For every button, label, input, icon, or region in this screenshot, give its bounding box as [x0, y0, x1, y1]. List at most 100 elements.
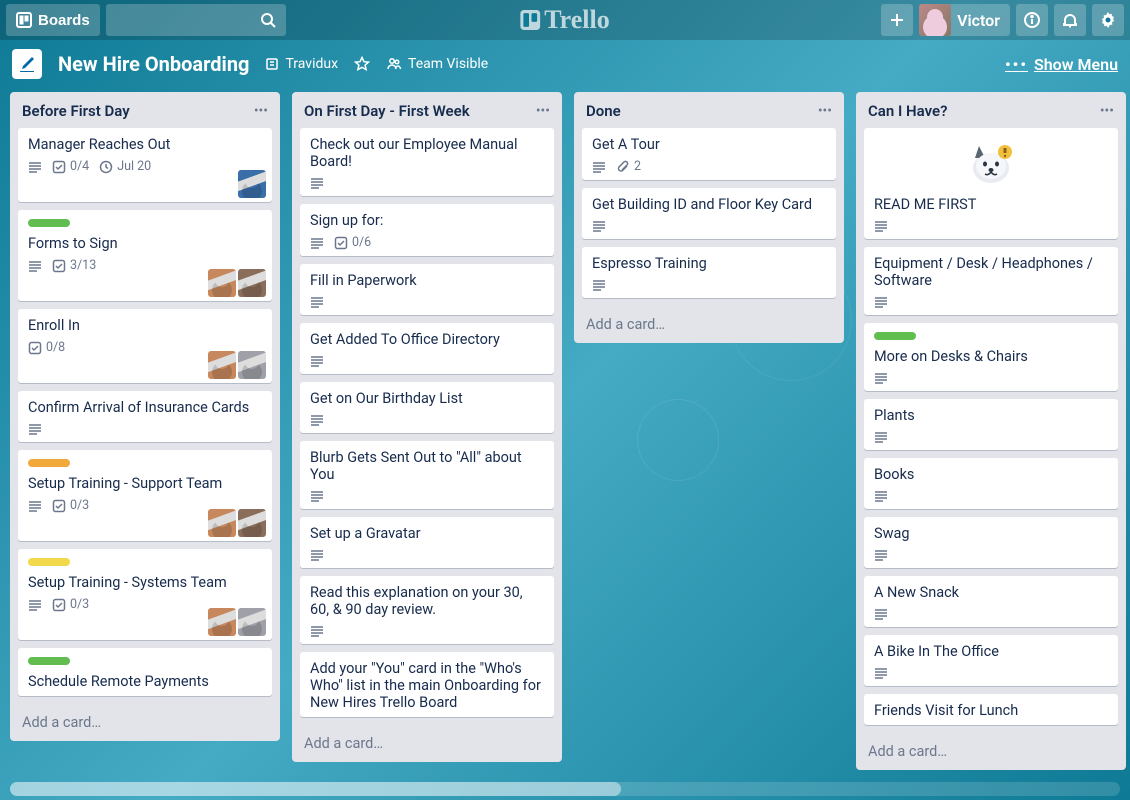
card-members — [238, 170, 266, 198]
board-canvas[interactable]: Before First Day ••• Manager Reaches Out 0… — [0, 88, 1130, 800]
card[interactable]: Get Added To Office Directory — [300, 323, 554, 374]
create-button[interactable] — [881, 4, 913, 36]
card[interactable]: A New Snack — [864, 576, 1118, 627]
description-badge — [28, 160, 42, 174]
card-members — [208, 351, 266, 379]
card[interactable]: Confirm Arrival of Insurance Cards — [18, 391, 272, 442]
checklist-badge: 0/6 — [334, 235, 371, 250]
description-icon — [874, 607, 888, 621]
card[interactable]: Blurb Gets Sent Out to "All" about You — [300, 441, 554, 509]
card[interactable]: More on Desks & Chairs — [864, 323, 1118, 391]
description-icon — [310, 624, 324, 638]
card[interactable]: Get Building ID and Floor Key Card — [582, 188, 836, 239]
card[interactable]: Fill in Paperwork — [300, 264, 554, 315]
card[interactable]: Manager Reaches Out 0/4 Jul 20 — [18, 128, 272, 202]
member-avatar[interactable] — [208, 608, 236, 636]
card-title: Setup Training - Systems Team — [28, 574, 227, 591]
list-title[interactable]: Done — [586, 102, 621, 120]
card-title: Blurb Gets Sent Out to "All" about You — [310, 449, 522, 483]
card-label — [28, 459, 70, 467]
description-icon — [310, 295, 324, 309]
horizontal-scrollbar[interactable] — [10, 782, 1120, 796]
boards-button[interactable]: Boards — [6, 4, 100, 36]
add-card-button[interactable]: Add a card… — [10, 706, 280, 741]
card[interactable]: Check out our Employee Manual Board! — [300, 128, 554, 196]
card-label — [28, 558, 70, 566]
card[interactable]: Set up a Gravatar — [300, 517, 554, 568]
scrollbar-thumb[interactable] — [10, 782, 621, 796]
add-card-button[interactable]: Add a card… — [856, 735, 1126, 770]
checklist-icon — [28, 341, 42, 355]
card-label — [874, 332, 916, 340]
list-menu-button[interactable]: ••• — [1100, 103, 1114, 119]
card[interactable]: Books — [864, 458, 1118, 509]
card-title: Fill in Paperwork — [310, 272, 417, 289]
list-menu-button[interactable]: ••• — [536, 103, 550, 119]
add-card-button[interactable]: Add a card… — [292, 727, 562, 762]
card[interactable]: Get on Our Birthday List — [300, 382, 554, 433]
card[interactable]: Equipment / Desk / Headphones / Software — [864, 247, 1118, 315]
card[interactable]: Get A Tour 2 — [582, 128, 836, 180]
member-avatar[interactable] — [208, 351, 236, 379]
attachment-badge: 2 — [616, 159, 641, 174]
notifications-button[interactable] — [1054, 4, 1086, 36]
card[interactable]: Espresso Training — [582, 247, 836, 298]
info-button[interactable] — [1016, 4, 1048, 36]
card-title: A Bike In The Office — [874, 643, 999, 660]
list: Before First Day ••• Manager Reaches Out 0… — [10, 92, 280, 741]
list-menu-button[interactable]: ••• — [818, 103, 832, 119]
search-input[interactable] — [106, 4, 286, 36]
list-title[interactable]: On First Day - First Week — [304, 102, 470, 120]
card[interactable]: Add your "You" card in the "Who's Who" l… — [300, 652, 554, 717]
member-avatar[interactable] — [238, 351, 266, 379]
card-title: A New Snack — [874, 584, 959, 601]
description-badge — [310, 548, 324, 562]
card[interactable]: Setup Training - Support Team 0/3 — [18, 450, 272, 541]
add-card-button[interactable]: Add a card… — [574, 308, 844, 343]
card[interactable]: Swag — [864, 517, 1118, 568]
board-avatar — [12, 49, 42, 79]
card[interactable]: Friends Visit for Lunch — [864, 694, 1118, 725]
info-icon — [1023, 11, 1041, 29]
card-title: Check out our Employee Manual Board! — [310, 136, 518, 170]
star-button[interactable] — [354, 56, 370, 72]
card[interactable]: Enroll In 0/8 — [18, 309, 272, 383]
attachment-icon — [616, 160, 630, 174]
user-name: Victor — [957, 11, 1000, 30]
card[interactable]: Read this explanation on your 30, 60, & … — [300, 576, 554, 644]
card-label — [28, 219, 70, 227]
card-members — [208, 509, 266, 537]
list-menu-button[interactable]: ••• — [254, 103, 268, 119]
list-title[interactable]: Can I Have? — [868, 102, 947, 120]
member-avatar[interactable] — [238, 509, 266, 537]
card[interactable]: Plants — [864, 399, 1118, 450]
topbar: Boards Trello Victor — [0, 0, 1130, 40]
card[interactable]: Setup Training - Systems Team 0/3 — [18, 549, 272, 640]
card[interactable]: Sign up for: 0/6 — [300, 204, 554, 256]
checklist-badge: 0/3 — [52, 597, 89, 612]
list-title[interactable]: Before First Day — [22, 102, 130, 120]
board-title[interactable]: New Hire Onboarding — [58, 52, 249, 76]
card[interactable]: Forms to Sign 3/13 — [18, 210, 272, 301]
card-label — [28, 657, 70, 665]
member-avatar[interactable] — [208, 509, 236, 537]
card[interactable]: READ ME FIRST — [864, 128, 1118, 239]
settings-button[interactable] — [1092, 4, 1124, 36]
card-title: Books — [874, 466, 914, 483]
card[interactable]: Schedule Remote Payments — [18, 648, 272, 696]
description-badge — [874, 607, 888, 621]
show-menu-button[interactable]: •••Show Menu — [1005, 55, 1118, 74]
visibility-button[interactable]: Team Visible — [386, 56, 488, 72]
description-badge — [310, 624, 324, 638]
user-menu[interactable]: Victor — [919, 4, 1010, 36]
member-avatar[interactable] — [238, 269, 266, 297]
team-link[interactable]: Travidux — [265, 56, 338, 72]
member-avatar[interactable] — [208, 269, 236, 297]
card[interactable]: A Bike In The Office — [864, 635, 1118, 686]
list-cards: Manager Reaches Out 0/4 Jul 20 Forms to S… — [10, 126, 280, 706]
card-title: Friends Visit for Lunch — [874, 702, 1018, 719]
member-avatar[interactable] — [238, 170, 266, 198]
description-badge — [874, 371, 888, 385]
checklist-icon — [52, 598, 66, 612]
member-avatar[interactable] — [238, 608, 266, 636]
